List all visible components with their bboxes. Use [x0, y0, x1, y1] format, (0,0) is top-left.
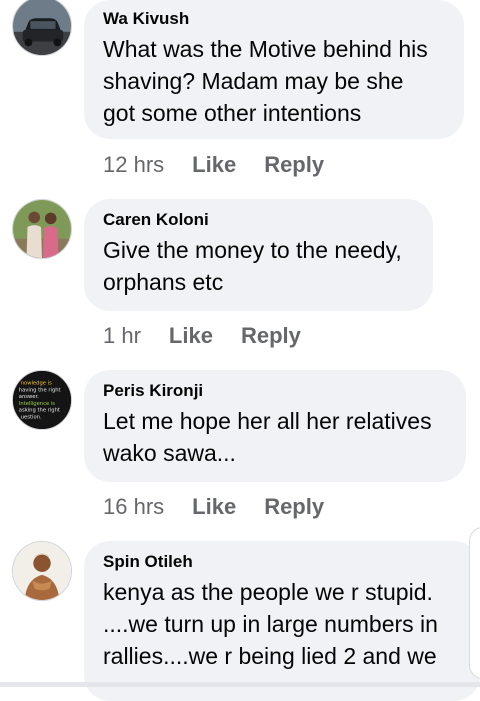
svg-text:nowledge is: nowledge is — [21, 381, 52, 387]
comment-time[interactable]: 16 hrs — [103, 492, 164, 522]
comment-bubble: Spin Otileh kenya as the people we r stu… — [84, 541, 480, 701]
comment-actions: 12 hrs Like Reply — [103, 150, 324, 180]
like-button[interactable]: Like — [192, 492, 236, 522]
comment-text: Give the money to the needy, orphans etc — [103, 237, 402, 295]
svg-text:answer.: answer. — [19, 394, 39, 400]
bottom-divider — [0, 682, 480, 687]
comment-bubble: Peris Kironji Let me hope her all her re… — [84, 370, 466, 482]
reply-button[interactable]: Reply — [241, 321, 301, 351]
like-button[interactable]: Like — [192, 150, 236, 180]
avatar[interactable] — [12, 0, 72, 56]
car-photo-icon — [13, 0, 71, 55]
svg-text:having the right: having the right — [19, 387, 61, 393]
comment-text: What was the Motive behind his shaving? … — [103, 36, 428, 126]
comment-time[interactable]: 1 hr — [103, 321, 141, 351]
reply-button[interactable]: Reply — [264, 492, 324, 522]
comment-text: Let me hope her all her relatives wako s… — [103, 408, 432, 466]
comment-bubble: Wa Kivush What was the Motive behind his… — [84, 0, 464, 139]
like-button[interactable]: Like — [169, 321, 213, 351]
comment-actions: 1 hr Like Reply — [103, 321, 301, 351]
quote-text-image-icon: nowledge is having the right answer. Int… — [13, 371, 71, 429]
comment-text: kenya as the people we r stupid. ....we … — [103, 579, 438, 669]
comment-author[interactable]: Caren Koloni — [103, 210, 413, 230]
svg-text:uestion.: uestion. — [21, 414, 42, 420]
comment-author[interactable]: Peris Kironji — [103, 381, 446, 401]
side-card-edge — [469, 527, 480, 679]
reply-button[interactable]: Reply — [264, 150, 324, 180]
comment-bubble: Caren Koloni Give the money to the needy… — [84, 199, 433, 311]
avatar[interactable] — [12, 541, 72, 601]
two-people-photo-icon — [13, 200, 71, 258]
svg-text:Intelligence is: Intelligence is — [19, 401, 55, 407]
comment-author[interactable]: Wa Kivush — [103, 9, 444, 29]
svg-text:asking the right: asking the right — [19, 408, 60, 414]
comment-actions: 16 hrs Like Reply — [103, 492, 324, 522]
avatar[interactable]: nowledge is having the right answer. Int… — [12, 370, 72, 430]
man-portrait-photo-icon — [13, 542, 71, 600]
avatar[interactable] — [12, 199, 72, 259]
comment-time[interactable]: 12 hrs — [103, 150, 164, 180]
comment-author[interactable]: Spin Otileh — [103, 552, 460, 572]
